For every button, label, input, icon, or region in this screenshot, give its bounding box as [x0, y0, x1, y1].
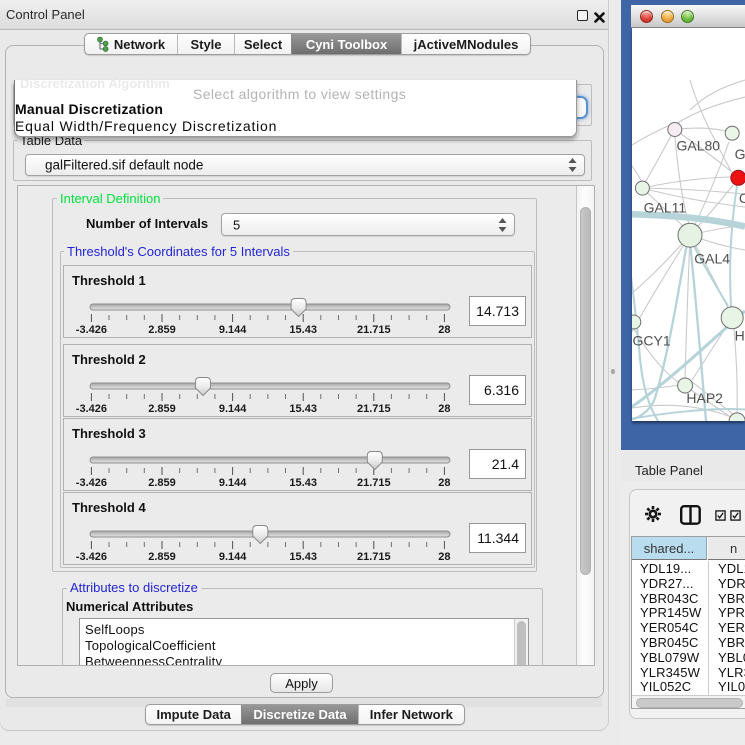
svg-text:-3.426: -3.426	[76, 324, 107, 336]
svg-text:2.859: 2.859	[148, 324, 176, 336]
svg-text:15.43: 15.43	[289, 477, 317, 489]
svg-text:21.715: 21.715	[357, 551, 391, 563]
svg-text:15.43: 15.43	[289, 403, 317, 415]
svg-text:21.715: 21.715	[357, 477, 391, 489]
svg-text:21.715: 21.715	[357, 403, 391, 415]
svg-text:GA: GA	[735, 146, 745, 162]
svg-text:28: 28	[438, 551, 450, 563]
svg-text:9.144: 9.144	[219, 324, 247, 336]
svg-text:15.43: 15.43	[289, 551, 317, 563]
svg-text:28: 28	[438, 403, 450, 415]
svg-text:GAL11: GAL11	[644, 200, 687, 216]
svg-text:2.859: 2.859	[148, 403, 176, 415]
svg-text:21.715: 21.715	[357, 324, 391, 336]
svg-text:9.144: 9.144	[219, 403, 247, 415]
svg-text:C: C	[739, 190, 745, 206]
svg-text:9.144: 9.144	[219, 551, 247, 563]
svg-text:9.144: 9.144	[219, 477, 247, 489]
svg-text:2.859: 2.859	[148, 551, 176, 563]
svg-text:GAL80: GAL80	[677, 138, 721, 154]
svg-text:15.43: 15.43	[289, 324, 317, 336]
svg-text:28: 28	[438, 477, 450, 489]
svg-text:-3.426: -3.426	[76, 403, 107, 415]
svg-text:HAP2: HAP2	[686, 390, 723, 406]
svg-text:-3.426: -3.426	[76, 551, 107, 563]
svg-text:-3.426: -3.426	[76, 477, 107, 489]
svg-text:28: 28	[438, 324, 450, 336]
svg-text:GCY1: GCY1	[633, 333, 671, 349]
svg-text:GAL4: GAL4	[694, 251, 730, 267]
svg-text:H: H	[735, 328, 745, 344]
svg-text:2.859: 2.859	[148, 477, 176, 489]
